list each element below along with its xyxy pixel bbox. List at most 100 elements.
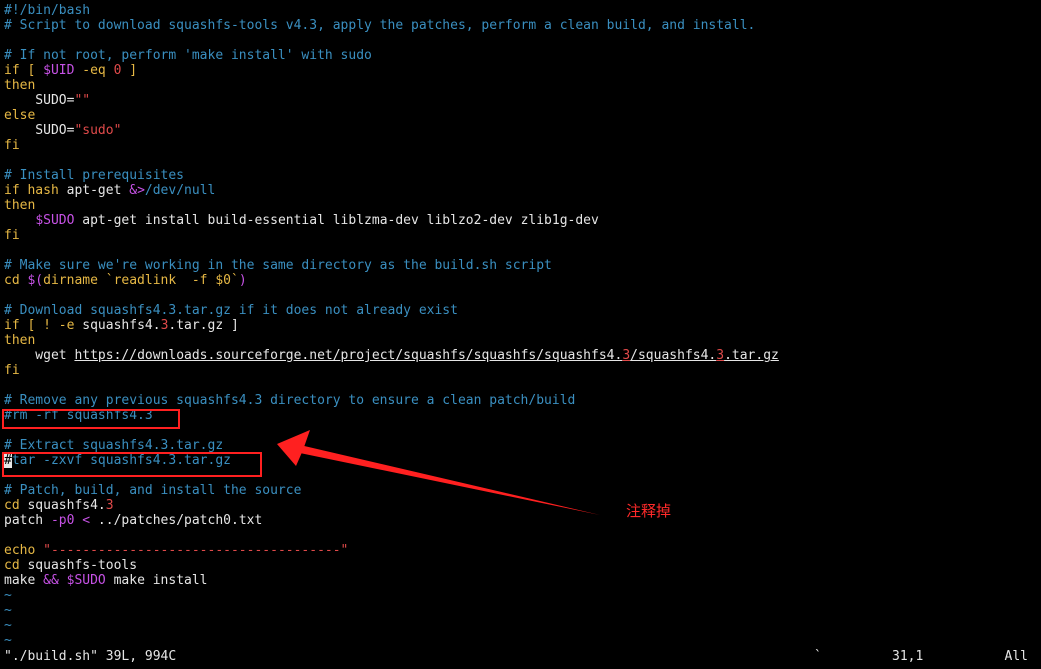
code-line[interactable]: ~ (4, 603, 1034, 618)
code-token: # Make sure we're working in the same di… (4, 258, 552, 273)
code-token: squashfs-tools (19, 558, 138, 573)
code-token: SUDO= (4, 123, 75, 138)
code-line[interactable]: fi (4, 228, 1034, 243)
code-token: 3 (105, 498, 114, 513)
code-line[interactable] (4, 33, 1034, 48)
code-line[interactable]: echo "----------------------------------… (4, 543, 1034, 558)
code-token: fi (4, 363, 20, 378)
code-line[interactable]: cd squashfs4.3 (4, 498, 1034, 513)
vim-editor-buffer[interactable]: #!/bin/bash # Script to download squashfs… (4, 3, 1034, 648)
code-token: patch (4, 513, 51, 528)
code-token: wget (4, 348, 75, 363)
code-token: ) (238, 273, 247, 288)
terminal-window: #!/bin/bash # Script to download squashfs… (0, 0, 1041, 669)
code-token: ~ (4, 618, 12, 633)
code-line[interactable]: #!/bin/bash (4, 3, 1034, 18)
code-token: "" (74, 93, 91, 108)
code-token: then (4, 198, 36, 213)
code-line[interactable] (4, 153, 1034, 168)
code-line[interactable] (4, 378, 1034, 393)
code-token: ../patches/patch0.txt (90, 513, 263, 528)
code-token: squashfs4. (82, 318, 161, 333)
code-token: $( (27, 273, 44, 288)
code-token: /squashfs4. (630, 348, 717, 363)
code-line[interactable]: $SUDO apt-get install build-essential li… (4, 213, 1034, 228)
code-line[interactable]: # If not root, perform 'make install' wi… (4, 48, 1034, 63)
code-token: make (4, 573, 44, 588)
code-token: ~ (4, 588, 12, 603)
code-token: # Download squashfs4.3.tar.gz if it does… (4, 303, 458, 318)
code-line[interactable] (4, 288, 1034, 303)
cursor-position: 31,1 (892, 649, 924, 664)
code-line[interactable]: cd $(dirname `readlink -f $0`) (4, 273, 1034, 288)
code-token: # Patch, build, and install the source (4, 483, 302, 498)
code-token: ~ (4, 633, 12, 648)
code-line[interactable]: SUDO="sudo" (4, 123, 1034, 138)
code-token: cd (4, 498, 20, 513)
code-token: else (4, 108, 36, 123)
code-token: 3 (716, 348, 725, 363)
code-token: cd (4, 558, 20, 573)
code-line[interactable]: then (4, 333, 1034, 348)
code-line[interactable]: then (4, 78, 1034, 93)
code-line[interactable] (4, 243, 1034, 258)
code-line[interactable] (4, 528, 1034, 543)
code-line[interactable]: # Make sure we're working in the same di… (4, 258, 1034, 273)
code-token: "-------------------------------------" (43, 543, 349, 558)
code-token: .tar.gz ] (168, 318, 239, 333)
code-line[interactable]: make && $SUDO make install (4, 573, 1034, 588)
code-token: then (4, 78, 36, 93)
code-line[interactable]: # Extract squashfs4.3.tar.gz (4, 438, 1034, 453)
code-line[interactable]: # Install prerequisites (4, 168, 1034, 183)
vim-status-line: "./build.sh" 39L, 994C ` 31,1 All (4, 649, 1038, 664)
code-token: -eq (74, 63, 114, 78)
code-line[interactable]: if hash apt-get &>/dev/null (4, 183, 1034, 198)
code-line[interactable]: ~ (4, 618, 1034, 633)
code-token: SUDO= (4, 93, 75, 108)
code-token: < (82, 513, 91, 528)
view-indicator: All (1004, 649, 1028, 664)
code-line[interactable]: then (4, 198, 1034, 213)
code-line[interactable]: # Remove any previous squashfs4.3 direct… (4, 393, 1034, 408)
code-token: $SUDO (66, 573, 106, 588)
code-line[interactable]: patch -p0 < ../patches/patch0.txt (4, 513, 1034, 528)
code-line[interactable]: if [ $UID -eq 0 ] (4, 63, 1034, 78)
code-line[interactable]: cd squashfs-tools (4, 558, 1034, 573)
code-line[interactable]: # Patch, build, and install the source (4, 483, 1034, 498)
code-line[interactable]: SUDO="" (4, 93, 1034, 108)
code-line[interactable]: if [ ! -e squashfs4.3.tar.gz ] (4, 318, 1034, 333)
code-token: https://downloads.sourceforge.net/projec… (74, 348, 623, 363)
code-token: .tar.gz (724, 348, 779, 363)
code-token: apt-get install build-essential liblzma-… (74, 213, 599, 228)
code-token: #!/bin/bash (4, 3, 91, 18)
code-line[interactable]: # Download squashfs4.3.tar.gz if it does… (4, 303, 1034, 318)
code-line[interactable]: fi (4, 363, 1034, 378)
code-line[interactable]: wget https://downloads.sourceforge.net/p… (4, 348, 1034, 363)
code-token: dirname `readlink -f $0` (43, 273, 239, 288)
highlight-box-tar-line (2, 452, 262, 477)
code-token: && (43, 573, 59, 588)
code-line[interactable]: # Script to download squashfs-tools v4.3… (4, 18, 1034, 33)
code-token: ] (121, 63, 138, 78)
code-token: if (4, 63, 20, 78)
annotation-note: 注释掉 (626, 502, 672, 520)
code-line[interactable]: ~ (4, 588, 1034, 603)
code-token: # Remove any previous squashfs4.3 direct… (4, 393, 576, 408)
code-line[interactable]: ~ (4, 633, 1034, 648)
code-line[interactable]: else (4, 108, 1034, 123)
file-info: "./build.sh" 39L, 994C (4, 649, 177, 664)
code-line[interactable]: fi (4, 138, 1034, 153)
code-token: &> (129, 183, 145, 198)
code-token: -p0 (50, 513, 75, 528)
code-token: ~ (4, 603, 12, 618)
code-token: # Extract squashfs4.3.tar.gz (4, 438, 224, 453)
code-token: [ (19, 63, 44, 78)
code-token: [ ! -e (19, 318, 83, 333)
code-token: hash (19, 183, 67, 198)
code-token: # If not root, perform 'make install' wi… (4, 48, 372, 63)
code-token: 3 (622, 348, 631, 363)
code-token: echo (4, 543, 36, 558)
